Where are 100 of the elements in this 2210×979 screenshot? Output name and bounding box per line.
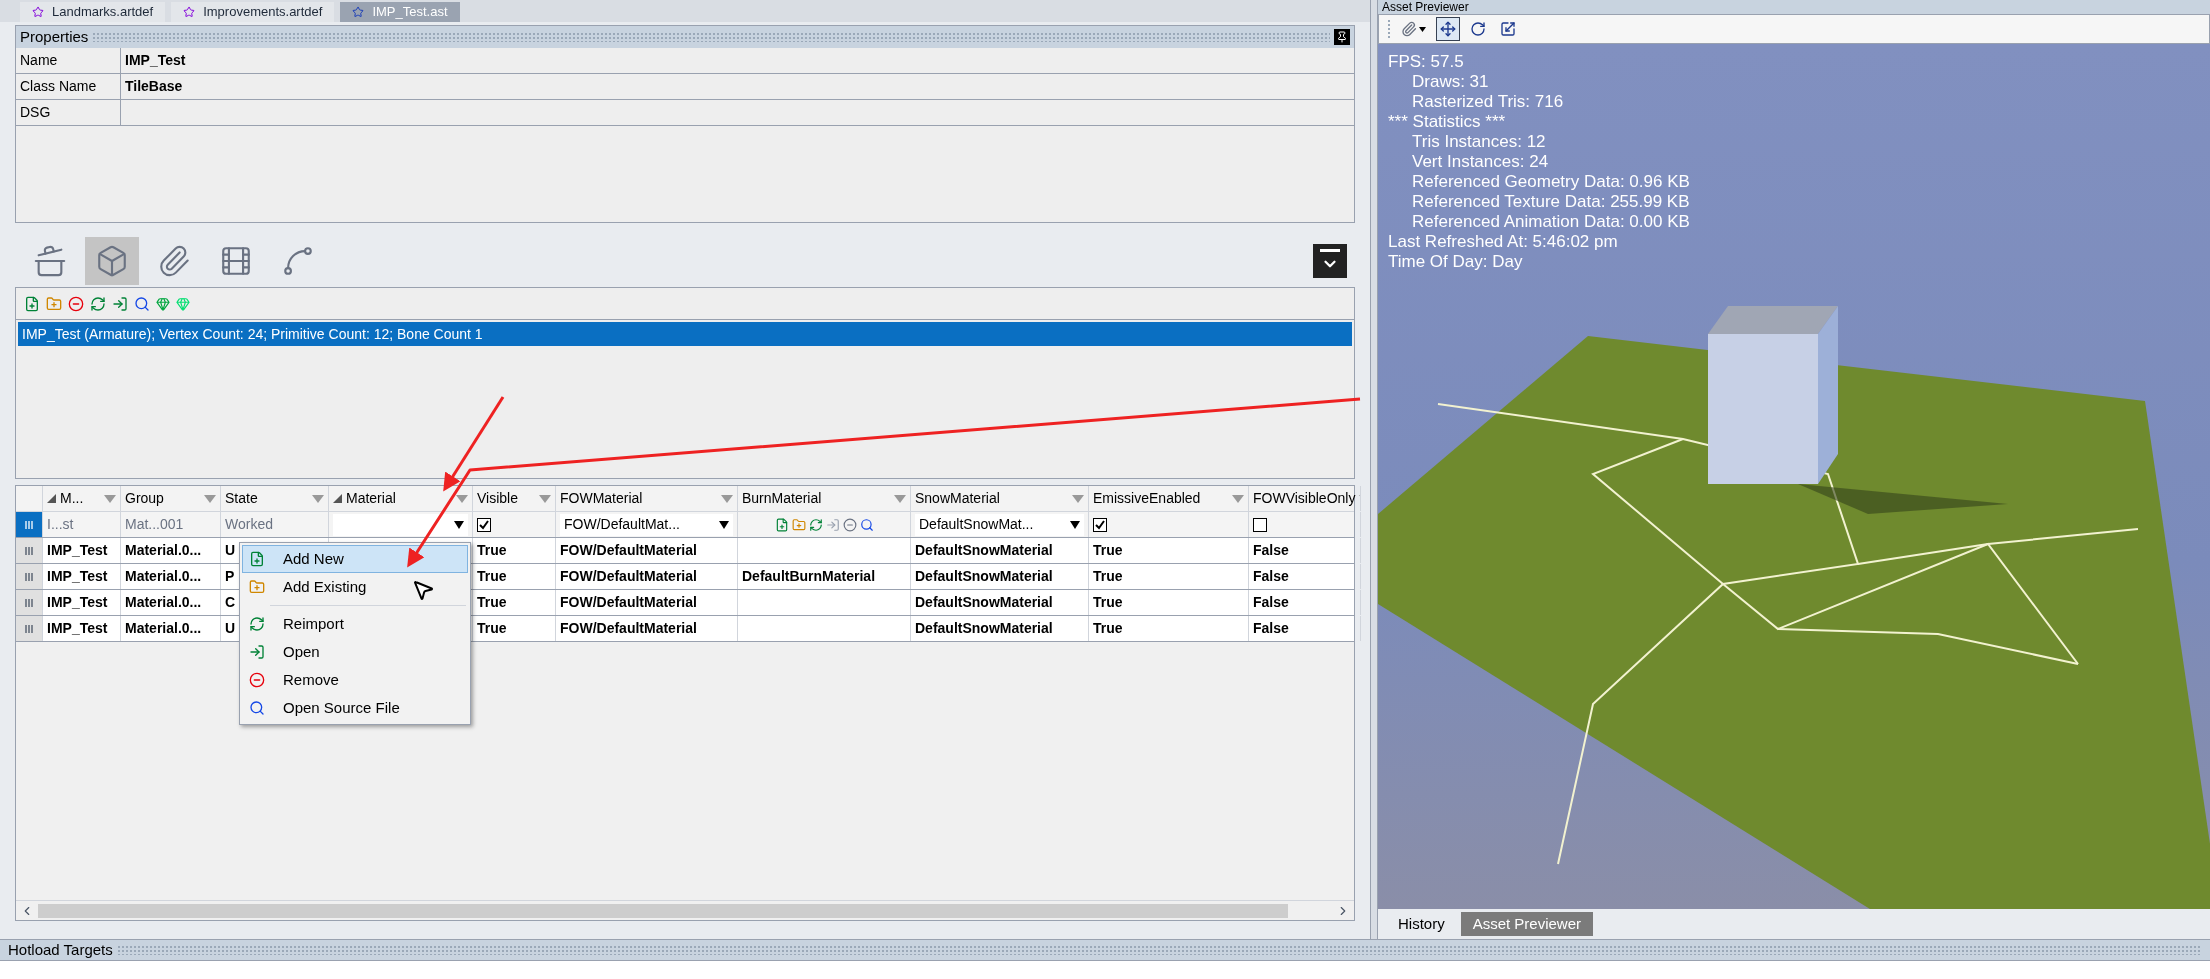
table-cell-text: Material.0... [125,619,202,638]
stat-line: Referenced Texture Data: 255.99 KB [1411,192,1690,212]
column-header[interactable]: SnowMaterial [911,486,1089,511]
table-cell-text: C [225,593,236,612]
row-handle[interactable] [16,538,43,563]
tab[interactable]: History [1386,912,1457,936]
dropdown-field[interactable]: FOW/DefaultMat... [560,513,733,536]
remove-icon[interactable] [842,517,857,532]
sort-icon [333,494,342,503]
open-icon[interactable] [825,517,840,532]
menu-item[interactable]: Add Existing [242,573,468,601]
cube-icon [95,244,129,278]
table-cell-text: IMP_Test [47,619,108,638]
page-plus-icon[interactable] [24,295,40,312]
table-cell-text: True [477,541,507,560]
table-cell-text: Material.0... [125,593,202,612]
document-tab[interactable]: Landmarks.artdef [20,2,166,22]
table-cell-text: True [477,567,507,586]
column-header[interactable]: FOWMaterial [556,486,738,511]
row-handle[interactable] [16,590,43,615]
title-bar-grip[interactable] [92,32,1330,42]
star-icon [32,6,44,18]
table-cell-text: DefaultBurnMaterial [742,567,876,586]
filter-icon[interactable] [1072,494,1084,503]
table-cell-text: I...st [47,515,74,534]
menu-item[interactable]: Reimport [242,610,468,638]
table-cell-text: IMP_Test [47,541,108,560]
move-icon[interactable] [1436,17,1460,41]
stat-line: Referenced Geometry Data: 0.96 KB [1411,172,1690,192]
menu-item[interactable]: Remove [242,666,468,694]
table-cell-text: Material.0... [125,541,202,560]
paperclip-icon [157,244,191,278]
star-icon [183,6,196,18]
tab[interactable]: Asset Previewer [1460,912,1594,936]
filter-icon[interactable] [104,494,116,503]
caret-icon [454,520,464,529]
column-header[interactable]: Group [121,486,221,511]
checkbox[interactable] [477,517,491,532]
menu-item[interactable]: Open Source File [242,694,468,722]
table-cell-text: FOW/DefaultMaterial [560,593,697,612]
table-cell-text: FOW/DefaultMaterial [560,619,697,638]
column-header[interactable]: Visible [473,486,556,511]
dropdown-field[interactable]: DefaultSnowMat... [915,513,1084,536]
refresh-icon[interactable] [808,517,823,532]
horizontal-scrollbar[interactable] [16,900,1354,920]
dropdown-field[interactable] [333,513,468,536]
filter-icon[interactable] [721,494,733,503]
remove-icon[interactable] [68,295,84,312]
sort-icon [47,494,56,503]
film-strip-icon [219,244,253,278]
gem-icon[interactable] [156,296,170,311]
page-plus-icon[interactable] [774,517,789,532]
checkbox[interactable] [1093,517,1107,532]
column-header[interactable]: M... [43,486,121,511]
column-header[interactable]: BurnMaterial [738,486,911,511]
table-cell-text: DefaultSnowMaterial [915,593,1053,612]
table-cell-text: True [477,593,507,612]
stat-line: Tris Instances: 12 [1411,132,1547,152]
filter-icon[interactable] [894,494,906,503]
curve-icon [281,244,315,278]
property-name: Name [20,51,58,70]
stat-line: Time Of Day: Day [1388,252,1524,272]
filter-icon[interactable] [539,494,551,503]
star-icon [352,6,365,18]
filter-icon[interactable] [312,494,324,503]
folder-icon[interactable] [46,295,62,312]
filter-icon[interactable] [204,494,216,503]
stat-line: *** Statistics *** [1388,112,1507,132]
checkbox[interactable] [1253,517,1267,532]
column-header[interactable]: EmissiveEnabled [1089,486,1249,511]
table-cell-text: False [1253,619,1289,638]
column-header[interactable]: State [221,486,329,511]
table-cell-text: True [1093,619,1123,638]
filter-icon[interactable] [456,494,468,503]
search-icon[interactable] [859,517,874,532]
cooking-pot-icon [33,244,67,278]
table-cell-text: IMP_Test [47,567,108,586]
search-icon[interactable] [134,295,150,312]
stat-line: FPS: 57.5 [1388,52,1465,72]
open-icon [249,644,265,660]
menu-item[interactable]: Open [242,638,468,666]
icon-tab[interactable] [85,237,139,285]
open-icon[interactable] [112,295,128,312]
filter-icon[interactable] [1232,494,1244,503]
menu-item[interactable]: Add New [242,545,468,573]
row-handle[interactable] [16,616,43,641]
pin-icon[interactable] [1334,29,1350,45]
row-handle[interactable] [16,512,43,537]
refresh-icon[interactable] [90,295,106,312]
document-tab[interactable]: Improvements.artdef [171,2,335,22]
stat-line: Referenced Animation Data: 0.00 KB [1411,212,1690,232]
collapse-menu-icon[interactable] [1313,244,1347,278]
property-value: TileBase [125,77,183,96]
row-handle[interactable] [16,564,43,589]
table-cell-text: True [477,619,507,638]
column-header[interactable]: Material [329,486,473,511]
folder-icon[interactable] [791,517,806,532]
property-name: DSG [20,103,51,122]
mesh-list-item[interactable]: IMP_Test (Armature); Vertex Count: 24; Primitive Count: 12; Bone Count 1 [18,322,1352,346]
page-plus-icon [249,551,265,567]
